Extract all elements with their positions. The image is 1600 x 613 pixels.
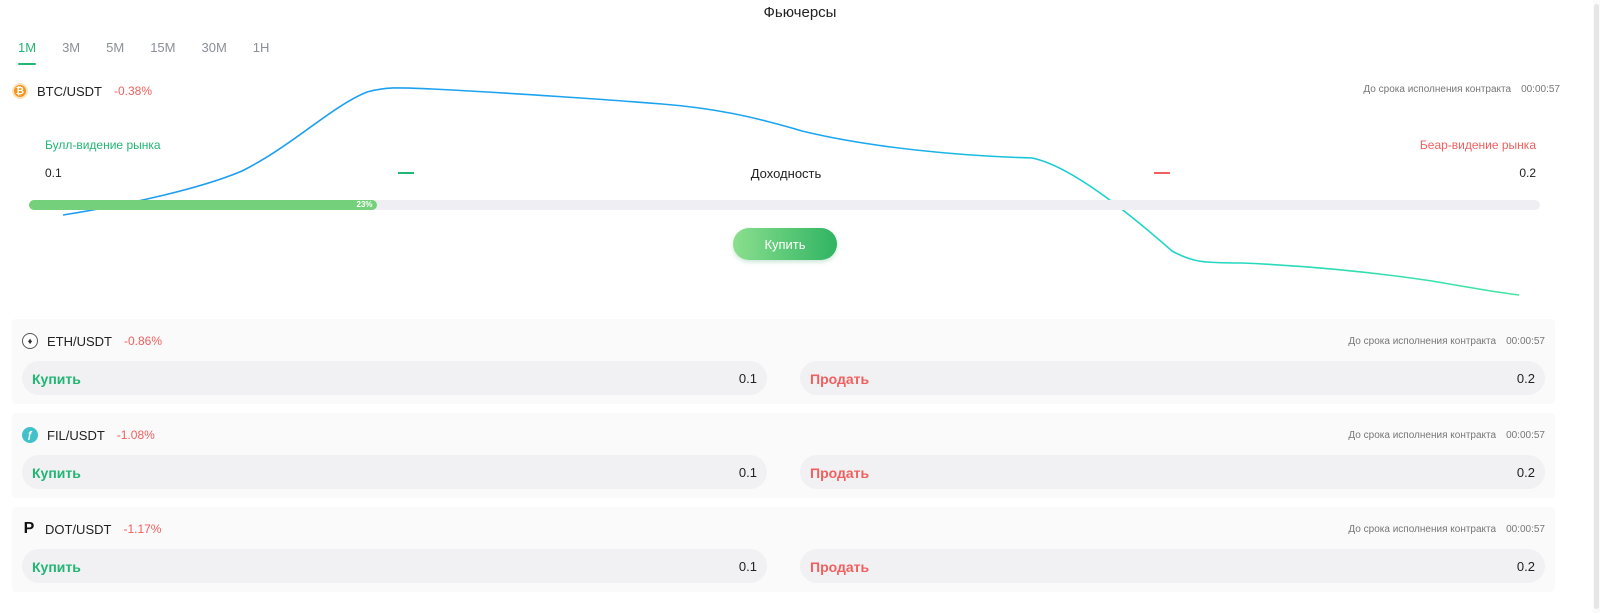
sell-label: Продать [810, 559, 870, 575]
eth-card: ♦ ETH/USDT -0.86% До срока исполнения ко… [12, 319, 1555, 404]
buy-label: Купить [32, 371, 81, 387]
pair-name: FIL/USDT [47, 427, 105, 443]
tab-15m[interactable]: 15M [150, 40, 175, 65]
bull-bear-progress: 23% [29, 200, 1540, 210]
tab-1m[interactable]: 1M [18, 40, 37, 65]
polkadot-icon: P [23, 520, 35, 537]
dot-buy-button[interactable]: Купить 0.1 [22, 549, 767, 583]
page-title: Фьючерсы [763, 4, 837, 21]
buy-label: Купить [32, 559, 81, 575]
bitcoin-icon: ₿ [12, 83, 28, 99]
pair-change: -1.08% [116, 428, 155, 442]
btc-pair-row: ₿ BTC/USDT -0.38% [12, 83, 152, 99]
buy-value: 0.1 [738, 465, 757, 480]
tab-5m[interactable]: 5M [106, 40, 124, 65]
dot-card: P DOT/USDT -1.17% До срока исполнения ко… [12, 507, 1555, 592]
bull-label: Булл-видение рынка [45, 138, 161, 152]
pair-change: -1.17% [123, 522, 162, 536]
scrollbar-thumb[interactable] [1594, 4, 1599, 609]
contract-expiry: До срока исполнения контракта 00:00:57 [1348, 430, 1545, 441]
timeframe-tabs: 1M 3M 5M 15M 30M 1H [18, 40, 295, 65]
sell-label: Продать [810, 465, 870, 481]
eth-sell-button[interactable]: Продать 0.2 [800, 361, 1545, 395]
eth-buy-button[interactable]: Купить 0.1 [22, 361, 767, 395]
pair-name: BTC/USDT [37, 83, 102, 99]
contract-expiry: До срока исполнения контракта 00:00:57 [1348, 524, 1545, 535]
sell-value: 0.2 [1516, 465, 1535, 480]
expiry-time: 00:00:57 [1506, 336, 1545, 347]
pair-change: -0.86% [124, 334, 163, 348]
fil-pair-row: ƒ FIL/USDT -1.08% [22, 427, 155, 443]
expiry-time: 00:00:57 [1506, 524, 1545, 535]
contract-expiry: До срока исполнения контракта 00:00:57 [1363, 84, 1560, 95]
fil-card: ƒ FIL/USDT -1.08% До срока исполнения ко… [12, 413, 1555, 498]
buy-label: Купить [32, 465, 81, 481]
buy-value: 0.1 [738, 371, 757, 386]
expiry-label: До срока исполнения контракта [1348, 524, 1497, 535]
ethereum-icon: ♦ [22, 333, 38, 349]
buy-value: 0.1 [738, 559, 757, 574]
tab-3m[interactable]: 3M [62, 40, 80, 65]
tab-30m[interactable]: 30M [201, 40, 226, 65]
fil-buy-button[interactable]: Купить 0.1 [22, 455, 767, 489]
progress-text: 23% [356, 200, 373, 209]
expiry-label: До срока исполнения контракта [1363, 84, 1512, 95]
contract-expiry: До срока исполнения контракта 00:00:57 [1348, 336, 1545, 347]
progress-fill: 23% [29, 200, 377, 210]
btc-main-card: ₿ BTC/USDT -0.38% До срока исполнения ко… [12, 76, 1560, 314]
bear-label: Беар-видение рынка [1419, 138, 1536, 152]
sell-value: 0.2 [1516, 371, 1535, 386]
pair-name: DOT/USDT [45, 521, 112, 537]
expiry-time: 00:00:57 [1506, 430, 1545, 441]
filecoin-icon: ƒ [22, 427, 38, 443]
sell-label: Продать [810, 371, 870, 387]
eth-pair-row: ♦ ETH/USDT -0.86% [22, 333, 162, 349]
scrollbar[interactable] [1593, 0, 1600, 613]
expiry-time: 00:00:57 [1521, 84, 1560, 95]
buy-button[interactable]: Купить [733, 228, 837, 260]
yield-label: Доходность [750, 166, 822, 181]
expiry-label: До срока исполнения контракта [1348, 430, 1497, 441]
fil-sell-button[interactable]: Продать 0.2 [800, 455, 1545, 489]
dot-pair-row: P DOT/USDT -1.17% [22, 520, 162, 537]
dot-sell-button[interactable]: Продать 0.2 [800, 549, 1545, 583]
expiry-label: До срока исполнения контракта [1348, 336, 1497, 347]
tab-1h[interactable]: 1H [253, 40, 270, 65]
sell-value: 0.2 [1516, 559, 1535, 574]
price-curve [62, 87, 1520, 296]
pair-change: -0.38% [114, 84, 153, 98]
pair-name: ETH/USDT [47, 333, 112, 349]
